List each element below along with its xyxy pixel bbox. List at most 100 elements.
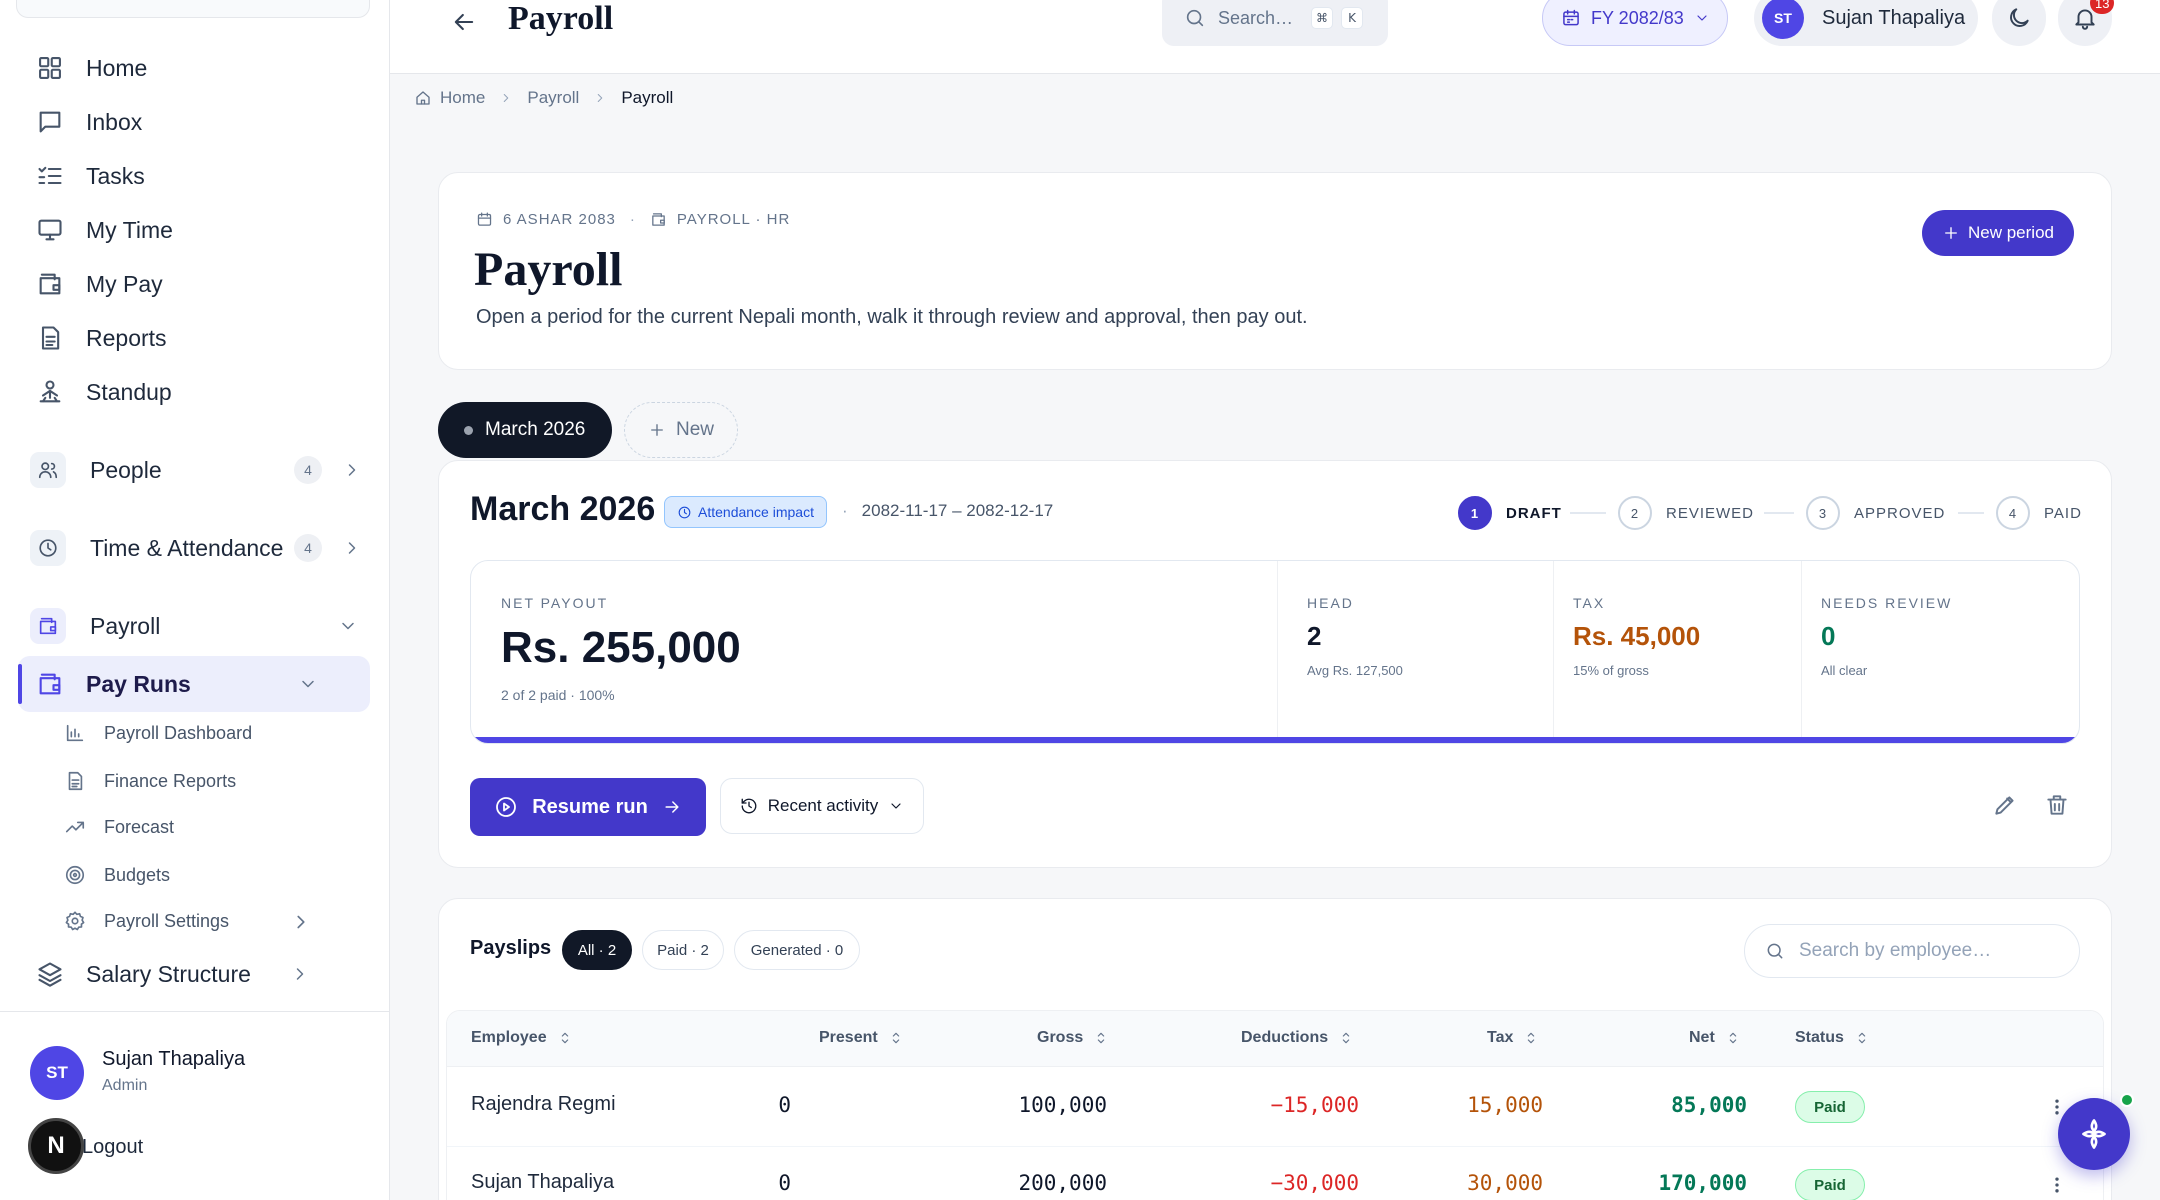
topbar: Payroll Search… ⌘ K FY 2082/83 ST Sujan … <box>390 0 2160 74</box>
more-vertical-icon[interactable] <box>2047 1173 2067 1197</box>
sidebar-subitem-payroll-settings[interactable]: Payroll Settings <box>64 904 314 938</box>
tax-label: TAX <box>1573 595 1606 611</box>
stat-divider <box>1553 561 1554 739</box>
user-menu[interactable]: ST Sujan Thapaliya <box>1754 0 1978 46</box>
filter-chip-generated[interactable]: Generated · 0 <box>734 930 860 970</box>
fiscal-year-selector[interactable]: FY 2082/83 <box>1542 0 1728 46</box>
sidebar-subitem-label: Payroll Settings <box>104 910 230 931</box>
sidebar-item-salary-structure[interactable]: Salary Structure <box>20 950 370 998</box>
global-search[interactable]: Search… ⌘ K <box>1162 0 1388 46</box>
sidebar-item-label: Standup <box>86 378 172 405</box>
tax-sub: 15% of gross <box>1573 663 1649 678</box>
avatar[interactable]: ST <box>30 1046 84 1100</box>
sort-icon <box>1528 1032 1535 1044</box>
sidebar-item-inbox[interactable]: Inbox <box>20 98 370 146</box>
column-header-label: Gross <box>1037 1029 1084 1046</box>
table-row[interactable]: Rajendra Regmi 0 100,000 −15,000 15,000 … <box>447 1067 2103 1147</box>
breadcrumb-payroll[interactable]: Payroll <box>527 88 579 108</box>
recent-activity-dropdown[interactable]: Recent activity <box>720 778 924 834</box>
column-header-label: Net <box>1689 1029 1715 1046</box>
column-header-deductions[interactable]: Deductions <box>1241 1029 1354 1047</box>
sidebar-divider <box>0 1011 390 1012</box>
new-period-button[interactable]: New period <box>1922 210 2074 256</box>
cell-tax: 30,000 <box>1467 1171 1543 1195</box>
sidebar-item-label: Home <box>86 54 148 81</box>
sidebar-item-my-pay[interactable]: My Pay <box>20 260 370 308</box>
resume-run-button[interactable]: Resume run <box>470 778 706 836</box>
needs-review-label: NEEDS REVIEW <box>1821 595 1953 611</box>
edit-pencil-icon[interactable] <box>1992 792 2018 818</box>
chevron-right-icon <box>297 915 305 929</box>
sidebar-subitem-payroll-dashboard[interactable]: Payroll Dashboard <box>64 716 252 750</box>
head-sub: Avg Rs. 127,500 <box>1307 663 1403 678</box>
logout-link[interactable]: Logout <box>82 1136 143 1159</box>
filter-chip-paid[interactable]: Paid · 2 <box>642 930 724 970</box>
table-row[interactable]: Sujan Thapaliya 0 200,000 −30,000 30,000… <box>447 1147 2103 1200</box>
step-number: 4 <box>1996 496 2030 530</box>
theme-toggle-button[interactable] <box>1992 0 2046 46</box>
step-number: 3 <box>1806 496 1840 530</box>
column-header-net[interactable]: Net <box>1689 1029 1741 1047</box>
employee-search-input[interactable]: Search by employee… <box>1744 924 2080 978</box>
sidebar-subitem-budgets[interactable]: Budgets <box>64 858 170 892</box>
home-icon <box>416 91 430 105</box>
column-header-label: Present <box>819 1029 878 1046</box>
calendar-icon <box>477 212 492 226</box>
step-label: APPROVED <box>1854 504 1946 522</box>
step-paid: 4 PAID <box>1996 496 2082 530</box>
step-reviewed: 2 REVIEWED <box>1618 496 1754 530</box>
sidebar-item-reports[interactable]: Reports <box>20 314 370 362</box>
sidebar-subitem-label: Budgets <box>104 864 171 885</box>
sidebar-group-people[interactable]: People 4 <box>20 442 370 498</box>
cell-employee[interactable]: Sujan Thapaliya <box>471 1171 614 1194</box>
page-meta: 6 ASHAR 2083 · PAYROLL · HR <box>476 211 790 228</box>
column-header-gross[interactable]: Gross <box>1037 1029 1109 1047</box>
sidebar-group-payroll[interactable]: Payroll <box>20 598 370 654</box>
run-date-range: · 2082-11-17 – 2082-12-17 <box>842 501 1053 521</box>
sidebar-item-standup[interactable]: Standup <box>20 368 370 416</box>
status-badge: Paid <box>1795 1169 1865 1200</box>
sidebar-group-time-attendance[interactable]: Time & Attendance 4 <box>20 520 370 576</box>
step-label: DRAFT <box>1506 504 1562 522</box>
n-logo-icon[interactable]: N <box>28 1118 84 1174</box>
filter-chip-all[interactable]: All · 2 <box>562 930 632 970</box>
chat-icon <box>39 111 61 133</box>
attendance-impact-label: Attendance impact <box>698 504 814 520</box>
sidebar-item-home[interactable]: Home <box>20 44 370 92</box>
people-count-badge: 4 <box>294 456 322 484</box>
trash-icon[interactable] <box>2044 792 2070 818</box>
period-tab-new[interactable]: New <box>624 402 738 458</box>
column-header-employee[interactable]: Employee <box>471 1029 573 1047</box>
cell-employee[interactable]: Rajendra Regmi <box>471 1093 616 1116</box>
step-approved: 3 APPROVED <box>1806 496 1945 530</box>
chevron-right-icon <box>296 968 304 980</box>
sidebar-subitem-finance-reports[interactable]: Finance Reports <box>64 764 236 798</box>
back-arrow-icon[interactable] <box>450 8 478 36</box>
sidebar-item-pay-runs[interactable]: Pay Runs <box>18 656 370 712</box>
stat-divider <box>1277 561 1278 739</box>
assistant-fab-button[interactable] <box>2058 1098 2130 1170</box>
column-header-tax[interactable]: Tax <box>1487 1029 1539 1047</box>
sidebar-item-my-time[interactable]: My Time <box>20 206 370 254</box>
head-value: 2 <box>1307 621 1322 651</box>
breadcrumb: Home Payroll Payroll <box>414 86 673 110</box>
sparkle-assistant-icon <box>2082 1119 2106 1149</box>
layers-icon <box>38 962 62 987</box>
period-tab-march-2026[interactable]: March 2026 <box>438 402 612 458</box>
breadcrumb-home[interactable]: Home <box>440 88 485 108</box>
fiscal-year-label: FY 2082/83 <box>1591 7 1684 28</box>
step-connector <box>1958 512 1984 514</box>
cell-deductions: −30,000 <box>1270 1171 1359 1195</box>
step-connector <box>1570 512 1606 514</box>
column-header-present[interactable]: Present <box>819 1029 904 1047</box>
cell-tax: 15,000 <box>1467 1093 1543 1117</box>
bar-chart-icon <box>66 724 84 742</box>
new-period-label: New period <box>1968 223 2054 242</box>
sidebar-item-tasks[interactable]: Tasks <box>20 152 370 200</box>
workspace-switcher[interactable] <box>16 0 370 18</box>
column-header-status[interactable]: Status <box>1795 1029 1870 1047</box>
cell-present: 0 <box>778 1171 791 1195</box>
page-module: PAYROLL · HR <box>676 211 791 228</box>
sidebar-subitem-forecast[interactable]: Forecast <box>64 810 174 844</box>
chevron-down-icon <box>891 803 901 809</box>
